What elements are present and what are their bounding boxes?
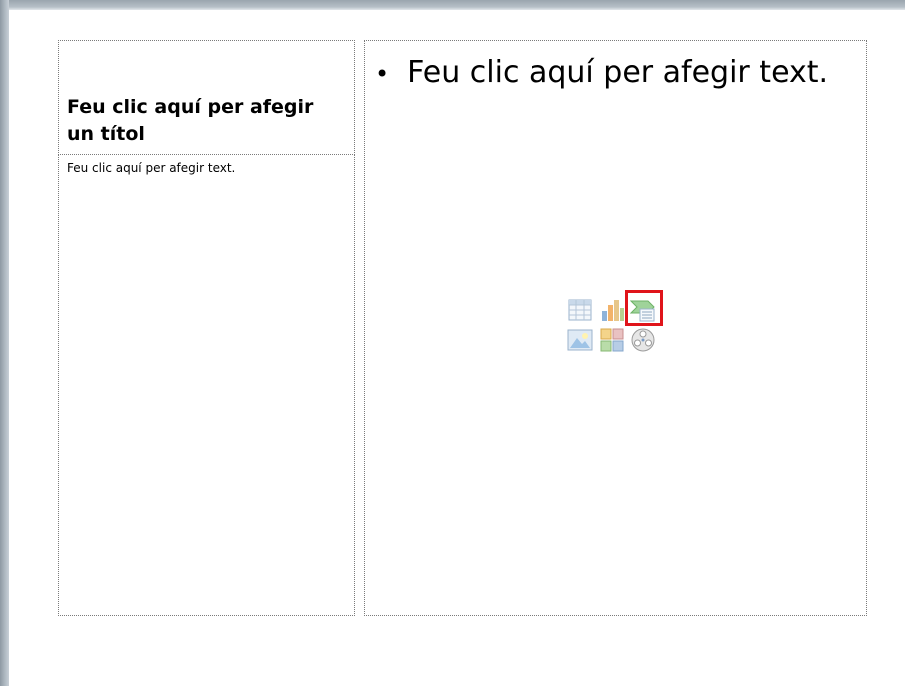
window-frame-left (0, 0, 9, 686)
media-clip-icon[interactable] (630, 327, 656, 353)
table-icon[interactable] (567, 297, 593, 323)
title-placeholder-text: Feu clic aquí per afegir un títol (67, 96, 314, 145)
smartart-highlight-box (625, 290, 663, 326)
text-placeholder[interactable]: Feu clic aquí per afegir text. (58, 154, 355, 616)
text-placeholder-text: Feu clic aquí per afegir text. (67, 161, 236, 175)
content-placeholder[interactable]: • Feu clic aquí per afegir text. (364, 40, 867, 616)
chart-icon[interactable] (599, 297, 625, 323)
content-placeholder-bullet-row: • Feu clic aquí per afegir text. (375, 55, 828, 90)
insert-content-icons (567, 290, 667, 359)
bullet-marker: • (375, 60, 390, 88)
title-placeholder[interactable]: Feu clic aquí per afegir un títol (58, 40, 355, 155)
slide-canvas: Feu clic aquí per afegir un títol Feu cl… (10, 10, 905, 686)
window-frame-top (9, 0, 905, 10)
content-placeholder-text: Feu clic aquí per afegir text. (407, 55, 829, 90)
picture-icon[interactable] (567, 327, 593, 353)
clipart-icon[interactable] (599, 327, 625, 353)
